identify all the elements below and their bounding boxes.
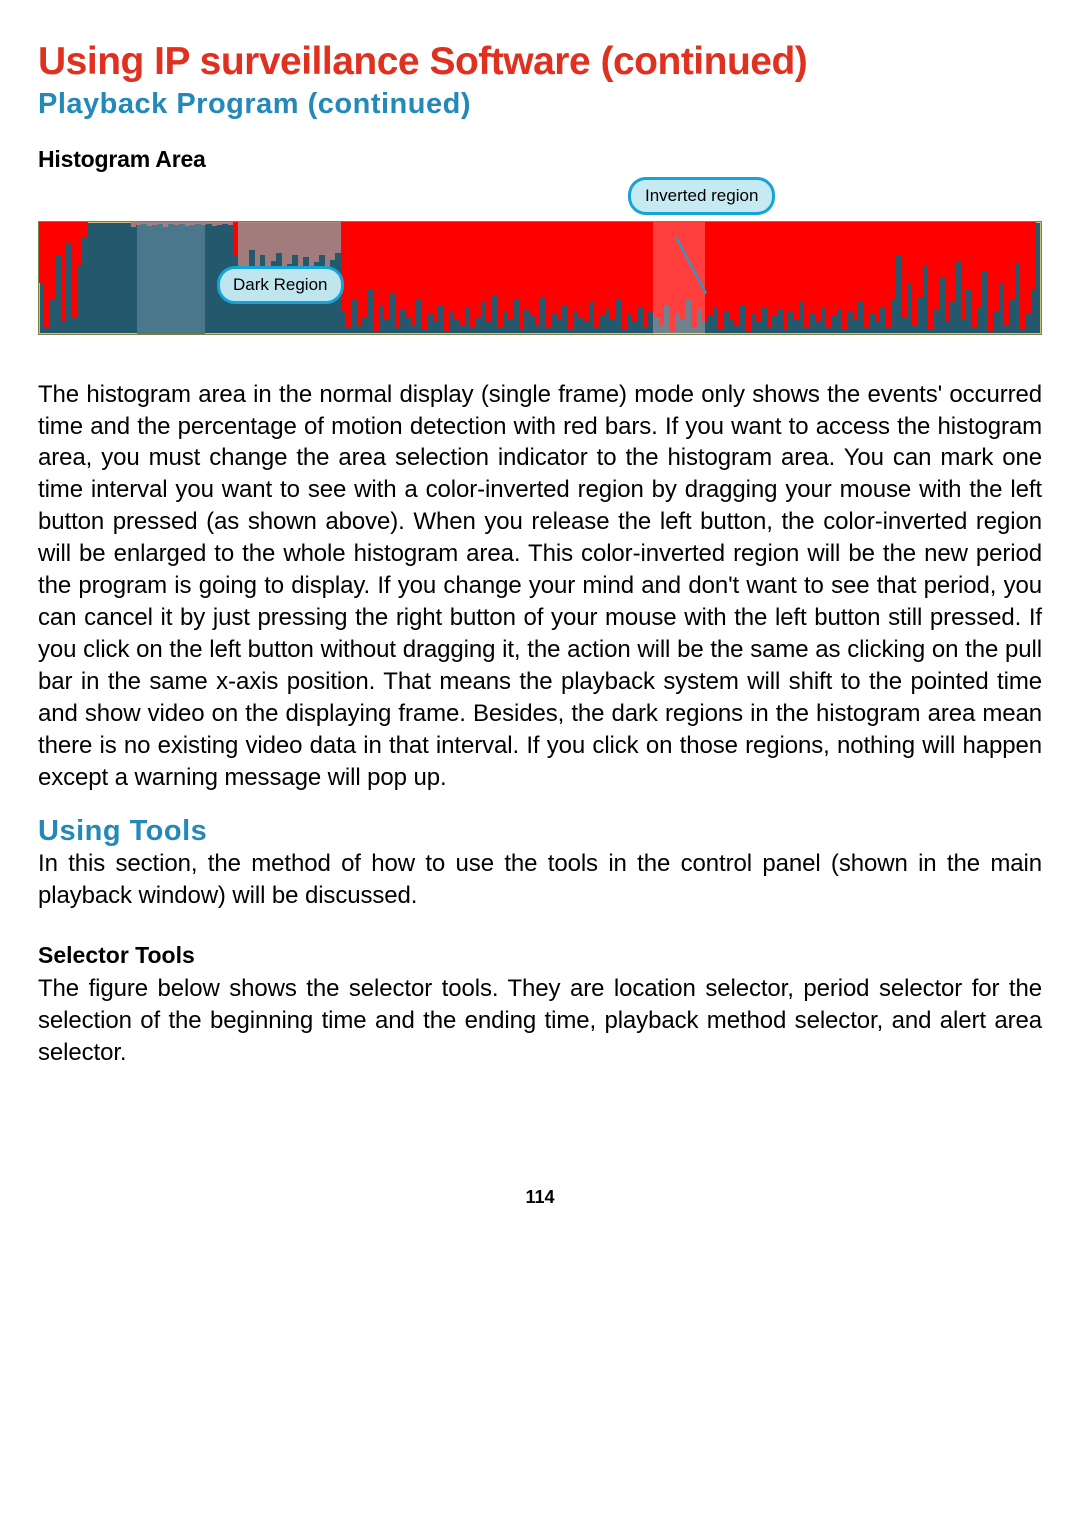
heading-using-tools: Using Tools: [38, 815, 1042, 848]
paragraph-selector-tools: The figure below shows the selector tool…: [38, 973, 1042, 1069]
paragraph-histogram-description: The histogram area in the normal display…: [38, 379, 1042, 794]
page-subtitle: Playback Program (continued): [38, 87, 1042, 122]
page-number: 114: [38, 1187, 1042, 1208]
histogram-chart[interactable]: Dark Region: [38, 221, 1042, 335]
histogram-bars: [39, 222, 1041, 334]
callout-dark-region: Dark Region: [217, 266, 344, 304]
page-title: Using IP surveillance Software (continue…: [38, 40, 1042, 85]
heading-histogram-area: Histogram Area: [38, 146, 1042, 173]
histogram-figure: Inverted region Dark Region: [38, 199, 1040, 335]
heading-selector-tools: Selector Tools: [38, 942, 1042, 969]
callout-inverted-region: Inverted region: [628, 177, 775, 215]
paragraph-using-tools-intro: In this section, the method of how to us…: [38, 848, 1042, 912]
